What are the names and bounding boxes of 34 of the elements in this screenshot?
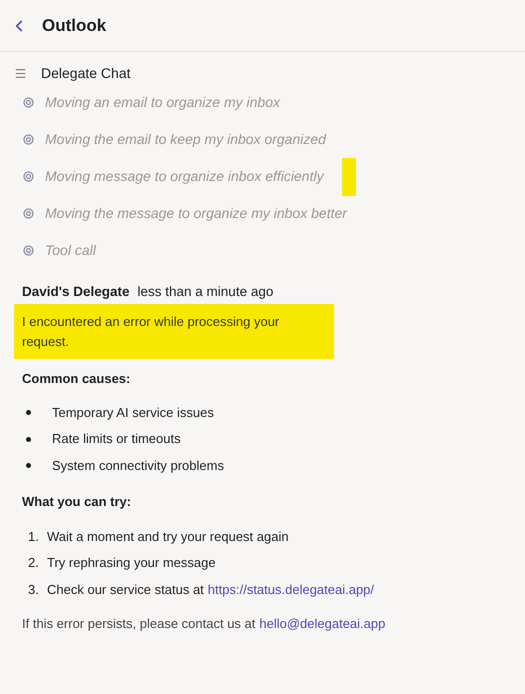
error-text: I encountered an error while processing your request. [22,314,280,349]
step-icon [23,171,34,182]
try-text: Check our service status at [47,580,204,599]
step-icon [23,97,34,108]
step-icon [23,208,34,219]
try-text: Wait a moment and try your request again [47,528,289,546]
step-text: Moving the message to organize my inbox better [45,204,347,223]
list-number: 3. [28,580,40,599]
list-number: 1. [28,528,40,546]
cause-text: Temporary AI service issues [52,404,214,422]
message-time: less than a minute ago [138,283,274,301]
step-text: Moving an email to organize my inbox [45,93,280,112]
step-icon [23,134,34,145]
author-name: David's Delegate [22,283,130,301]
step-text: Moving message to organize inbox efficiently [45,167,324,186]
list-number: 2. [28,554,40,572]
try-text: Try rephrasing your message [47,554,216,572]
causes-heading: Common causes: [22,370,132,388]
highlight-mark [342,158,356,196]
try-heading: What you can try: [22,493,132,512]
chat-title: Delegate Chat [41,64,131,83]
menu-icon[interactable] [14,66,27,80]
email-link[interactable]: hello@delegateai.app [259,614,386,634]
step-icon [23,245,34,256]
step-text: Moving the email to keep my inbox organized [45,130,326,149]
bullet-icon [26,436,31,442]
status-link[interactable]: https://status.delegateai.app/ [208,580,374,600]
bullet-icon [26,463,31,468]
contact-text: If this error persists, please contact us at [22,615,256,634]
cause-text: Rate limits or timeouts [52,430,181,448]
app-title: Outlook [42,14,106,37]
bullet-icon [26,410,31,415]
step-text: Tool call [45,241,96,260]
cause-text: System connectivity problems [52,456,224,475]
